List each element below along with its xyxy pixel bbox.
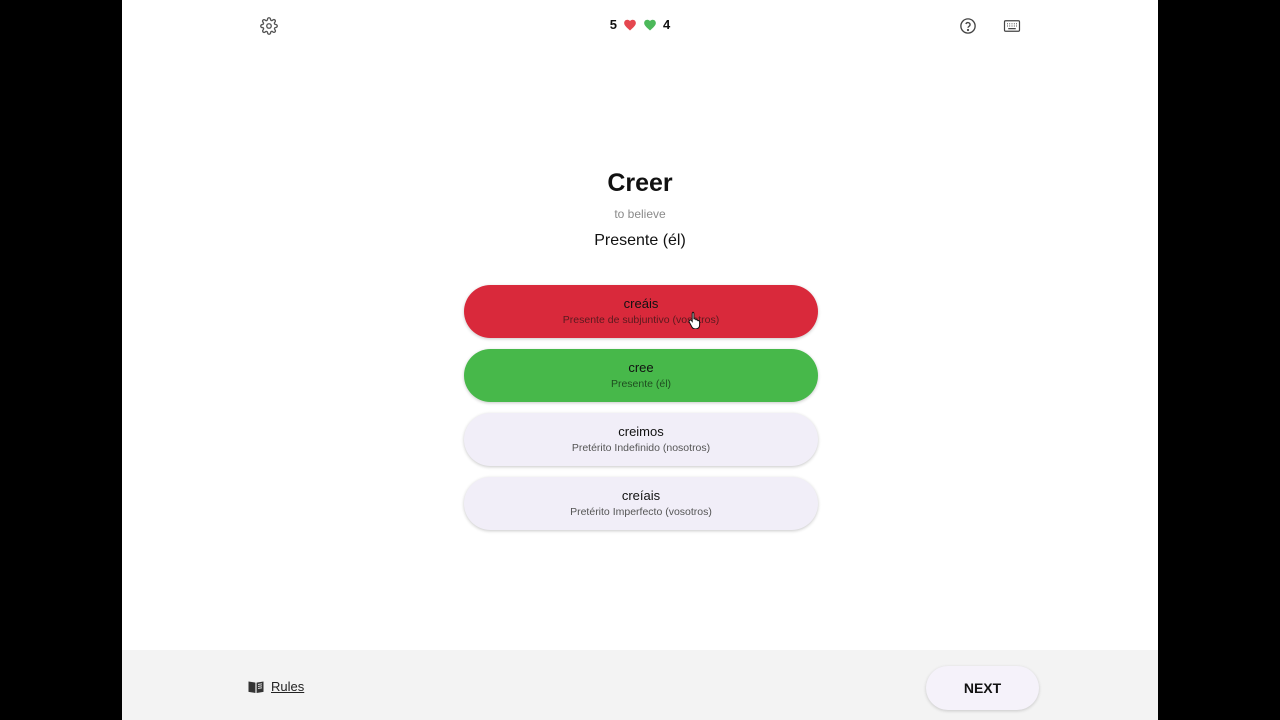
option-form: cree (628, 360, 654, 375)
help-button[interactable] (952, 10, 984, 42)
option-form: creáis (623, 296, 659, 311)
wrong-count: 5 (609, 17, 617, 32)
verb-translation: to believe (614, 207, 666, 221)
answer-options: creáis Presente de subjuntivo (vosotros)… (464, 285, 818, 530)
rules-link[interactable]: Rules (248, 679, 304, 694)
answer-option-wrong[interactable]: creáis Presente de subjuntivo (vosotros) (464, 285, 818, 338)
app-window: 5 4 Creer to believe Presente (él) creái… (122, 0, 1158, 720)
rules-label: Rules (271, 679, 305, 694)
correct-count: 4 (663, 17, 671, 32)
option-description: Pretérito Indefinido (nosotros) (571, 442, 711, 454)
red-heart-icon (624, 19, 636, 30)
hand-pointer-icon (688, 311, 701, 329)
option-description: Pretérito Imperfecto (vosotros) (570, 506, 712, 518)
answer-option[interactable]: creimos Pretérito Indefinido (nosotros) (464, 413, 818, 466)
keyboard-button[interactable] (996, 10, 1028, 42)
option-form: creimos (618, 424, 664, 439)
option-form: creíais (621, 488, 661, 503)
tense-prompt: Presente (él) (594, 232, 686, 249)
top-bar: 5 4 (122, 0, 1158, 52)
answer-option-correct[interactable]: cree Presente (él) (464, 349, 818, 402)
next-button[interactable]: NEXT (926, 666, 1039, 710)
help-circle-icon (960, 18, 976, 34)
option-description: Presente (él) (610, 378, 672, 390)
bottom-bar: Rules NEXT (122, 650, 1158, 720)
book-icon (248, 681, 264, 693)
green-heart-icon (644, 19, 656, 30)
verb-title: Creer (607, 169, 673, 197)
keyboard-icon (1003, 20, 1021, 32)
answer-option[interactable]: creíais Pretérito Imperfecto (vosotros) (464, 477, 818, 530)
